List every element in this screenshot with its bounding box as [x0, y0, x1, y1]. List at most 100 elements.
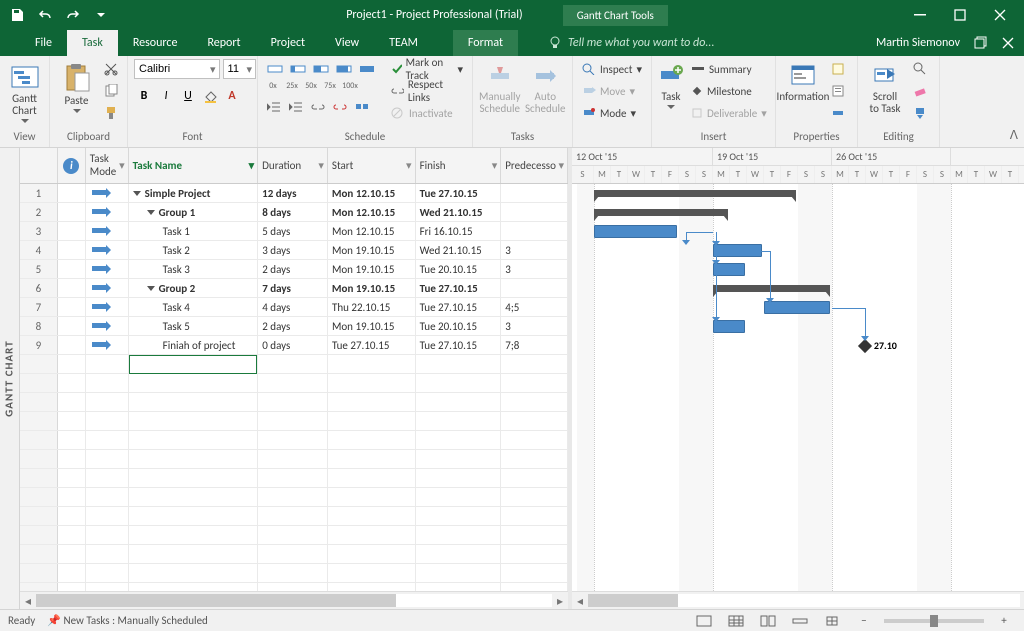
zoom-out-button[interactable]: − — [852, 612, 876, 630]
mode-button[interactable]: Mode ▾ — [579, 103, 645, 123]
table-row[interactable]: 6Group 27 daysMon 19.10.15Tue 27.10.15 — [20, 279, 568, 298]
tab-view[interactable]: View — [320, 30, 374, 56]
copy-button[interactable] — [101, 81, 121, 101]
summary-bar[interactable] — [594, 209, 728, 216]
fill-button[interactable] — [910, 103, 930, 123]
tab-resource[interactable]: Resource — [118, 30, 193, 56]
table-row[interactable] — [20, 450, 568, 469]
table-row[interactable] — [20, 564, 568, 583]
table-row[interactable]: 3Task 15 daysMon 12.10.15Fri 16.10.15 — [20, 222, 568, 241]
underline-button[interactable]: U — [178, 86, 198, 106]
cut-button[interactable] — [101, 59, 121, 79]
table-row[interactable]: 8Task 52 daysMon 19.10.15Tue 20.10.153 — [20, 317, 568, 336]
pct75-button[interactable] — [333, 59, 355, 79]
pct25-button[interactable] — [287, 59, 309, 79]
pct100-button[interactable] — [356, 59, 378, 79]
gantt-body[interactable]: 27.10 — [572, 184, 1024, 591]
scroll-thumb[interactable] — [588, 594, 678, 607]
task-bar[interactable] — [594, 225, 677, 238]
status-new-tasks[interactable]: 📌 New Tasks : Manually Scheduled — [47, 614, 208, 627]
table-row[interactable] — [20, 507, 568, 526]
summary-bar[interactable] — [713, 285, 830, 292]
table-row[interactable]: 5Task 32 daysMon 19.10.15Tue 20.10.153 — [20, 260, 568, 279]
header-task-name[interactable]: Task Name▾ — [129, 148, 259, 183]
grid-body[interactable]: 1Simple Project12 daysMon 12.10.15Tue 27… — [20, 184, 568, 591]
header-finish[interactable]: Finish▾ — [416, 148, 502, 183]
tab-task[interactable]: Task — [67, 30, 118, 56]
clear-button[interactable] — [910, 81, 930, 101]
table-row[interactable] — [20, 469, 568, 488]
maximize-icon[interactable] — [940, 4, 980, 26]
link-button[interactable] — [308, 97, 328, 117]
table-row[interactable] — [20, 431, 568, 450]
table-row[interactable] — [20, 583, 568, 591]
font-size-combo[interactable]: ▾ — [223, 59, 257, 79]
milestone-diamond[interactable] — [858, 339, 872, 353]
format-painter-button[interactable] — [101, 103, 121, 123]
timescale[interactable]: 12 Oct '1519 Oct '1526 Oct '15 SMTWTFSSM… — [572, 148, 1024, 184]
header-info[interactable]: i — [58, 148, 86, 183]
redo-icon[interactable] — [60, 3, 86, 27]
close-doc-icon[interactable] — [1002, 37, 1014, 49]
zoom-in-button[interactable]: + — [992, 612, 1016, 630]
minimize-icon[interactable] — [900, 4, 940, 26]
find-button[interactable] — [910, 59, 930, 79]
table-row[interactable] — [20, 374, 568, 393]
scroll-left-icon[interactable]: ◂ — [572, 592, 588, 610]
tab-project[interactable]: Project — [256, 30, 320, 56]
header-duration[interactable]: Duration▾ — [258, 148, 328, 183]
unlink-button[interactable] — [330, 97, 350, 117]
qat-customize-icon[interactable] — [88, 3, 114, 27]
scroll-left-icon[interactable]: ◂ — [20, 592, 36, 610]
table-row[interactable] — [20, 488, 568, 507]
save-icon[interactable] — [4, 3, 30, 27]
scroll-right-icon[interactable]: ▸ — [552, 592, 568, 610]
fill-color-button[interactable] — [200, 86, 220, 106]
close-icon[interactable] — [980, 4, 1020, 26]
zoom-slider[interactable] — [884, 619, 984, 623]
pct0-button[interactable] — [264, 59, 286, 79]
grid-h-scrollbar[interactable]: ◂ ▸ — [20, 591, 568, 609]
font-family-combo[interactable]: ▾ — [134, 59, 220, 79]
split-button[interactable] — [352, 97, 372, 117]
bold-button[interactable]: B — [134, 86, 154, 106]
header-predecessors[interactable]: Predecesso▾ — [501, 148, 568, 183]
header-start[interactable]: Start▾ — [328, 148, 416, 183]
scroll-thumb[interactable] — [36, 594, 396, 607]
view-normal-icon[interactable] — [692, 612, 716, 630]
information-button[interactable]: Information — [782, 59, 824, 103]
tell-me-search[interactable]: Tell me what you want to do... — [518, 30, 876, 56]
scroll-right-icon[interactable]: ▸ — [1020, 592, 1024, 610]
table-row[interactable] — [20, 355, 568, 374]
paste-button[interactable]: Paste — [56, 59, 97, 114]
restore-doc-icon[interactable] — [974, 36, 988, 50]
table-row[interactable] — [20, 545, 568, 564]
outdent-button[interactable] — [264, 97, 284, 117]
indent-button[interactable] — [286, 97, 306, 117]
header-mode[interactable]: Task Mode▾ — [86, 148, 129, 183]
italic-button[interactable]: I — [156, 86, 176, 106]
add-to-timeline-button[interactable] — [828, 103, 848, 123]
shortcut-icon[interactable] — [820, 612, 844, 630]
view-timeline-icon[interactable] — [788, 612, 812, 630]
gantt-chart-button[interactable]: Gantt Chart — [6, 59, 43, 124]
table-row[interactable]: 9Finiah of project0 daysTue 27.10.15Tue … — [20, 336, 568, 355]
view-grid-icon[interactable] — [724, 612, 748, 630]
header-rownum[interactable] — [20, 148, 58, 183]
table-row[interactable] — [20, 412, 568, 431]
task-insert-button[interactable]: Task — [658, 59, 684, 110]
tab-format[interactable]: Format — [453, 30, 518, 56]
scroll-to-task-button[interactable]: Scroll to Task — [864, 59, 906, 115]
zoom-thumb[interactable] — [930, 615, 938, 627]
table-row[interactable] — [20, 393, 568, 412]
milestone-button[interactable]: Milestone — [688, 81, 770, 101]
pct50-button[interactable] — [310, 59, 332, 79]
details-button[interactable] — [828, 81, 848, 101]
collapse-ribbon-icon[interactable]: ᐱ — [1010, 128, 1018, 143]
table-row[interactable]: 7Task 44 daysThu 22.10.15Tue 27.10.154;5 — [20, 298, 568, 317]
table-row[interactable]: 2Group 18 daysMon 12.10.15Wed 21.10.15 — [20, 203, 568, 222]
mark-on-track-button[interactable]: Mark on Track ▾ — [388, 59, 466, 79]
font-color-button[interactable]: A — [222, 86, 242, 106]
summary-button[interactable]: Summary — [688, 59, 770, 79]
inspect-button[interactable]: Inspect ▾ — [579, 59, 645, 79]
